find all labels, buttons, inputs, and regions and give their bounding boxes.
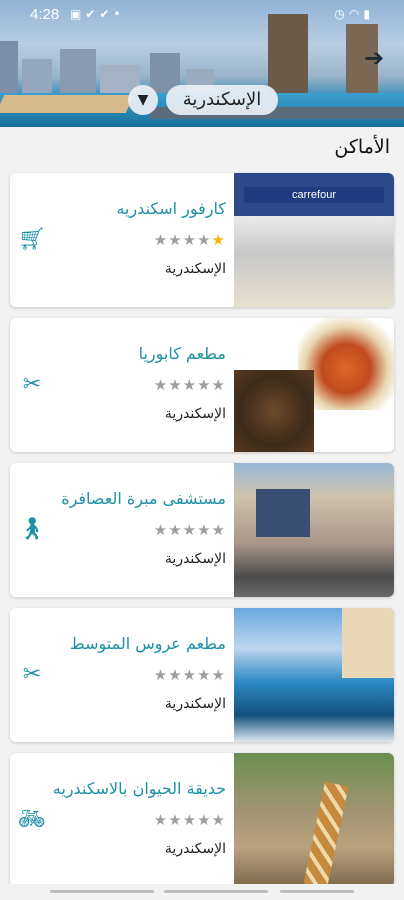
status-right-icons: ◷◠▮ (334, 7, 374, 21)
back-button[interactable]: ➔ (360, 44, 388, 72)
battery-icon: ▮ (363, 7, 374, 21)
restaurant-icon: ✂ (22, 662, 42, 687)
nav-pill (164, 890, 268, 893)
gallery-icon: ▣ (70, 7, 86, 21)
place-name: مطعم كابوريا (138, 344, 226, 363)
city-dropdown-toggle[interactable]: ▼ (128, 85, 158, 115)
place-image (234, 463, 394, 597)
status-time: 4:28 (30, 6, 60, 23)
star-icon: ★ (197, 521, 212, 539)
place-name: مستشفى مبرة العصافرة (61, 489, 226, 508)
place-name: حديقة الحيوان بالاسكندريه (52, 779, 226, 798)
star-icon: ★ (182, 811, 198, 829)
place-image (234, 753, 394, 887)
status-left-icons: ▣✔✔• (70, 7, 125, 21)
star-icon: ★ (153, 666, 169, 684)
place-name: كارفور اسكندريه (116, 199, 226, 218)
alarm-icon: ◷ (334, 7, 349, 21)
rating-stars: ★★★★★ (154, 231, 226, 249)
star-icon: ★ (168, 811, 183, 829)
place-image (234, 318, 394, 452)
star-icon: ★ (153, 521, 169, 539)
place-city: الإسكندرية (164, 696, 226, 712)
status-bar: 4:28 ▣✔✔• ◷◠▮ (0, 0, 404, 30)
city-selector[interactable]: الإسكندرية (166, 85, 278, 115)
system-nav-bar (0, 884, 404, 900)
check-icon: ✔ (99, 7, 114, 21)
star-icon: ★ (211, 666, 226, 684)
beach (0, 95, 135, 113)
star-icon: ★ (211, 811, 226, 829)
rating-stars: ★★★★★ (154, 521, 226, 539)
star-icon: ★ (197, 231, 212, 249)
star-icon: ★ (168, 376, 183, 394)
star-icon: ★ (168, 231, 183, 249)
star-icon: ★ (211, 231, 226, 249)
bicycle-icon: 🚲︎ (18, 807, 46, 832)
place-card[interactable]: مطعم كابوريا ★★★★★ الإسكندرية ✂ (10, 318, 394, 452)
rating-stars: ★★★★★ (154, 811, 226, 829)
place-city: الإسكندرية (164, 406, 226, 422)
star-icon: ★ (197, 376, 212, 394)
caret-down-icon: ▼ (137, 92, 149, 108)
star-icon: ★ (168, 666, 183, 684)
rating-stars: ★★★★★ (154, 666, 226, 684)
nav-pill (50, 890, 154, 893)
star-icon: ★ (153, 376, 169, 394)
walking-icon: 🚶︎ (18, 517, 46, 542)
place-city: الإسكندرية (164, 261, 226, 277)
header-banner: 4:28 ▣✔✔• ◷◠▮ ➔ ▼ الإسكندرية (0, 0, 404, 127)
place-card[interactable]: حديقة الحيوان بالاسكندريه ★★★★★ الإسكندر… (10, 753, 394, 887)
star-icon: ★ (153, 231, 169, 249)
star-icon: ★ (182, 231, 198, 249)
place-image (234, 608, 394, 742)
skyline-building (0, 41, 18, 99)
place-name: مطعم عروس المتوسط (69, 634, 226, 653)
wifi-icon: ◠ (348, 7, 364, 21)
dot-icon: • (113, 7, 125, 21)
star-icon: ★ (153, 811, 169, 829)
place-image: carrefour (234, 173, 394, 307)
carrefour-sign: carrefour (244, 187, 384, 203)
place-card[interactable]: مطعم عروس المتوسط ★★★★★ الإسكندرية ✂ (10, 608, 394, 742)
star-icon: ★ (182, 376, 198, 394)
skyline-building (60, 49, 96, 99)
nav-pill (280, 890, 354, 893)
place-city: الإسكندرية (164, 841, 226, 857)
place-city: الإسكندرية (164, 551, 226, 567)
star-icon: ★ (168, 521, 183, 539)
star-icon: ★ (211, 521, 226, 539)
place-card[interactable]: مستشفى مبرة العصافرة ★★★★★ الإسكندرية 🚶︎ (10, 463, 394, 597)
star-icon: ★ (197, 666, 212, 684)
cart-icon: 🛒︎ (18, 227, 46, 252)
section-title: الأماكن (334, 136, 390, 158)
star-icon: ★ (211, 376, 226, 394)
check-icon: ✔ (85, 7, 100, 21)
star-icon: ★ (197, 811, 212, 829)
arrow-right-icon: ➔ (363, 44, 385, 72)
star-icon: ★ (182, 521, 198, 539)
star-icon: ★ (182, 666, 198, 684)
place-card[interactable]: carrefour كارفور اسكندريه ★★★★★ الإسكندر… (10, 173, 394, 307)
rating-stars: ★★★★★ (154, 376, 226, 394)
city-selector-label: الإسكندرية (182, 89, 262, 110)
restaurant-icon: ✂ (22, 372, 42, 397)
